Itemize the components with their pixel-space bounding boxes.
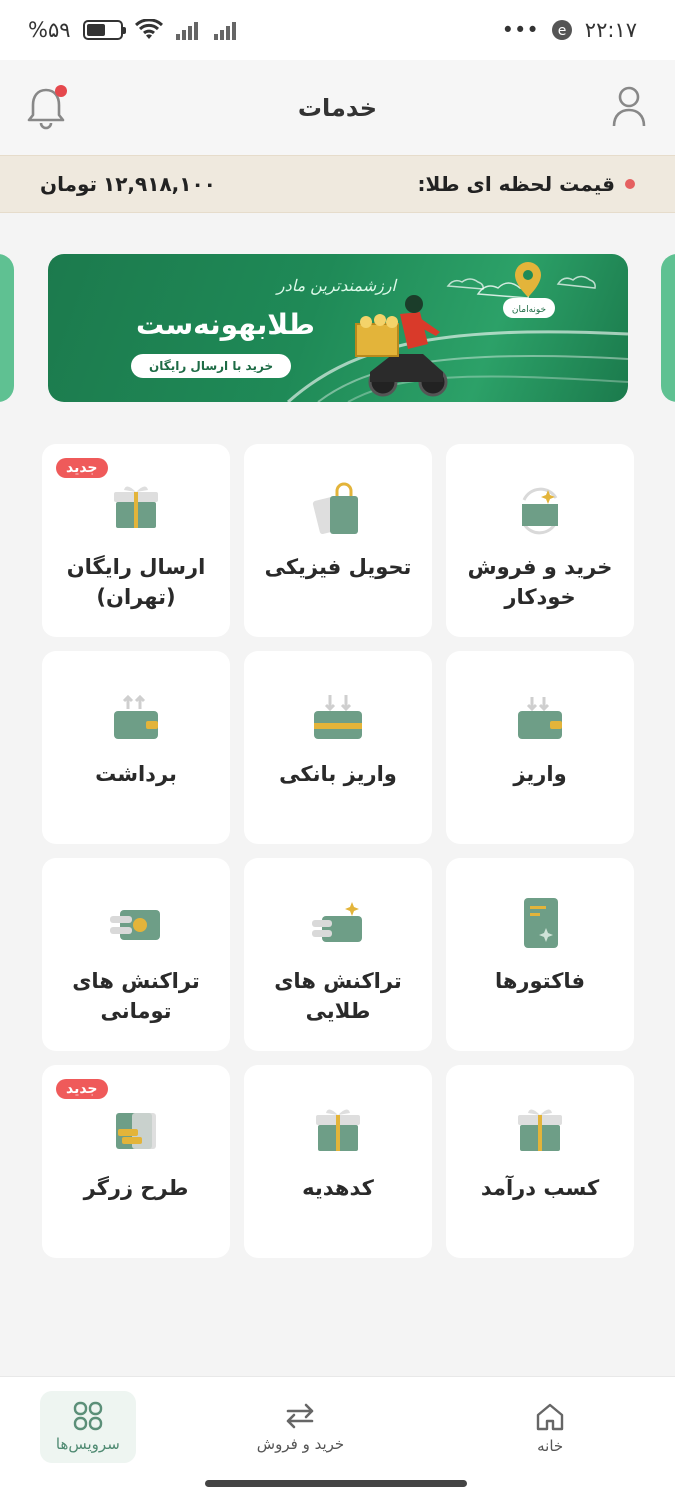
gold-price-bar: ۱۲,۹۱۸,۱۰۰ تومان قیمت لحظه ای طلا: bbox=[0, 155, 675, 213]
nav-home-label: خانه bbox=[537, 1437, 564, 1455]
grid-icon bbox=[73, 1401, 103, 1431]
app-notification-icon: e bbox=[551, 20, 572, 40]
more-dots: ••• bbox=[501, 18, 539, 42]
nav-trade-label: خرید و فروش bbox=[256, 1435, 345, 1453]
notifications-button[interactable] bbox=[26, 82, 70, 130]
service-deposit[interactable]: واریز bbox=[446, 651, 634, 844]
clock: ۲۲:۱۷ bbox=[584, 18, 637, 42]
service-auto-trade[interactable]: خرید و فروش خودکار bbox=[446, 444, 634, 637]
service-label: کدهدیه bbox=[302, 1176, 374, 1200]
carousel-next-slide[interactable] bbox=[661, 254, 675, 402]
home-icon bbox=[536, 1403, 564, 1431]
bank-deposit-icon bbox=[308, 687, 368, 747]
wallet-withdraw-icon bbox=[106, 687, 166, 747]
banner-tagline: ارزشمندترین مادر bbox=[276, 276, 396, 295]
service-label: کسب درآمد bbox=[480, 1176, 600, 1200]
service-label: طرح زرگر bbox=[83, 1176, 189, 1200]
gift-box-icon bbox=[106, 480, 166, 540]
service-physical-delivery[interactable]: تحویل فیزیکی bbox=[244, 444, 432, 637]
bell-icon bbox=[27, 85, 67, 130]
battery-percent: %۵۹ bbox=[28, 18, 71, 42]
nav-services-label: سرویس‌ها bbox=[55, 1435, 120, 1453]
status-right: ••• e ۲۲:۱۷ bbox=[502, 18, 637, 42]
signal-icon bbox=[175, 22, 198, 40]
service-label: تحویل فیزیکی bbox=[264, 555, 412, 579]
service-free-shipping[interactable]: جدید ارسال رایگان (تهران) bbox=[42, 444, 230, 637]
new-badge: جدید bbox=[56, 458, 108, 478]
earn-income-icon bbox=[510, 1101, 570, 1161]
services-grid: خرید و فروش خودکار تحویل فیزیکی جدید ارس… bbox=[41, 444, 634, 1258]
service-goldsmith-plan[interactable]: جدید طرح زرگر bbox=[42, 1065, 230, 1258]
banner-cta-button[interactable]: خرید با ارسال رایگان bbox=[131, 354, 292, 378]
shopping-bag-icon bbox=[308, 480, 368, 540]
profile-button[interactable] bbox=[611, 84, 647, 128]
service-invoices[interactable]: فاکتورها bbox=[446, 858, 634, 1051]
carousel-prev-slide[interactable] bbox=[0, 254, 14, 402]
auto-trade-icon bbox=[510, 480, 570, 540]
gift-code-icon bbox=[308, 1101, 368, 1161]
banner-headline: طلابهونه‌ست bbox=[136, 308, 315, 341]
goldsmith-plan-icon bbox=[106, 1101, 166, 1161]
svg-text:e: e bbox=[557, 23, 566, 39]
price-unit: تومان bbox=[40, 172, 98, 196]
service-label: برداشت bbox=[95, 762, 177, 786]
status-left: %۵۹ bbox=[28, 18, 239, 42]
nav-trade[interactable]: خرید و فروش bbox=[215, 1391, 385, 1463]
service-label: فاکتورها bbox=[494, 969, 586, 993]
location-pin-icon bbox=[515, 262, 541, 297]
swap-arrows-icon bbox=[287, 1403, 314, 1429]
top-app-bar: خدمات bbox=[0, 60, 675, 155]
gold-transactions-icon bbox=[308, 894, 368, 954]
service-label: خرید و فروش خودکار bbox=[467, 555, 613, 610]
service-earn-income[interactable]: کسب درآمد bbox=[446, 1065, 634, 1258]
service-withdraw[interactable]: برداشت bbox=[42, 651, 230, 844]
invoice-icon bbox=[510, 894, 570, 954]
new-badge: جدید bbox=[56, 1079, 108, 1099]
promo-banner[interactable]: خونه‌امان ارزشمندترین مادر طلابهونه‌ست خ… bbox=[48, 254, 628, 402]
status-bar: %۵۹ ••• e ۲۲:۱۷ bbox=[0, 0, 675, 60]
signal-icon-2 bbox=[213, 22, 236, 40]
svg-text:خونه‌امان: خونه‌امان bbox=[512, 305, 546, 315]
service-label: ارسال رایگان (تهران) bbox=[66, 555, 206, 610]
nav-services[interactable]: سرویس‌ها bbox=[39, 1391, 136, 1463]
service-label: تراکنش های طلایی bbox=[274, 969, 402, 1024]
service-label: واریز bbox=[513, 762, 567, 786]
price-number: ۱۲,۹۱۸,۱۰۰ bbox=[103, 172, 216, 196]
gesture-home-indicator[interactable] bbox=[205, 1480, 467, 1487]
battery-icon bbox=[82, 20, 126, 40]
service-label: واریز بانکی bbox=[279, 762, 397, 786]
live-indicator-dot bbox=[625, 179, 635, 189]
user-icon bbox=[612, 86, 646, 127]
wallet-deposit-icon bbox=[510, 687, 570, 747]
wifi-icon bbox=[134, 19, 163, 39]
gold-price-label-wrap: قیمت لحظه ای طلا: bbox=[418, 172, 635, 196]
gold-price-value: ۱۲,۹۱۸,۱۰۰ تومان bbox=[40, 172, 216, 196]
service-bank-deposit[interactable]: واریز بانکی bbox=[244, 651, 432, 844]
nav-home[interactable]: خانه bbox=[465, 1391, 635, 1465]
gold-price-label: قیمت لحظه ای طلا: bbox=[417, 172, 615, 196]
service-toman-transactions[interactable]: تراکنش های تومانی bbox=[42, 858, 230, 1051]
page-title: خدمات bbox=[297, 93, 378, 122]
service-gift-code[interactable]: کدهدیه bbox=[244, 1065, 432, 1258]
service-gold-transactions[interactable]: تراکنش های طلایی bbox=[244, 858, 432, 1051]
service-label: تراکنش های تومانی bbox=[72, 969, 200, 1024]
toman-transactions-icon bbox=[106, 894, 166, 954]
